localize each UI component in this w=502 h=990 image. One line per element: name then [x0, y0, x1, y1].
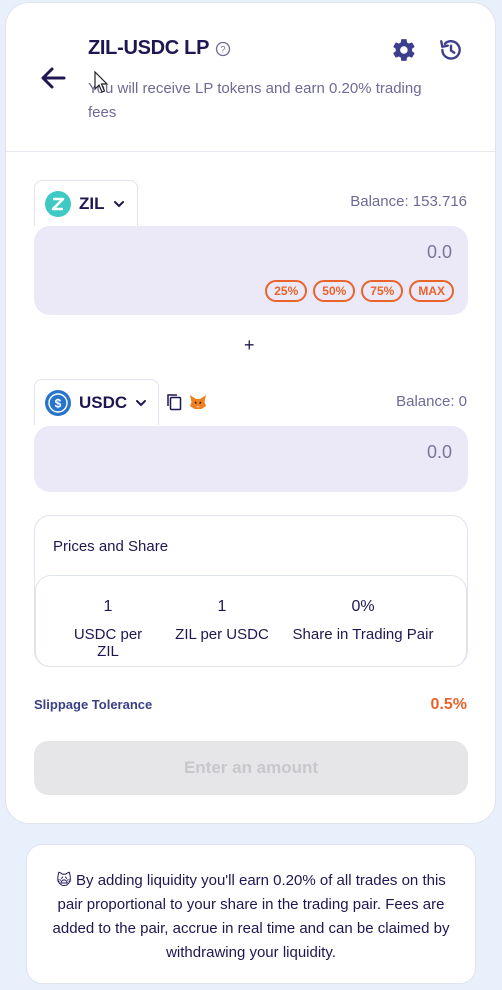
plus-icon: +	[244, 335, 255, 355]
cat-emoji-icon: 🙀	[56, 872, 72, 889]
back-arrow-icon[interactable]	[38, 63, 68, 93]
token-a-selector[interactable]: ZIL	[34, 180, 138, 226]
help-icon[interactable]: ?	[215, 41, 231, 57]
prices-stats: 1 USDC per ZIL 1 ZIL per USDC 0% Share i…	[35, 575, 467, 667]
stat-usdc-per-zil: 1 USDC per ZIL	[62, 598, 154, 660]
liquidity-info-panel: 🙀 By adding liquidity you'll earn 0.20% …	[26, 844, 476, 984]
token-a-balance: Balance: 153.716	[350, 193, 467, 210]
stat-value: 1	[103, 598, 113, 615]
chevron-down-icon	[136, 399, 147, 406]
token-b-amount-value[interactable]: 0.0	[427, 442, 452, 463]
gear-icon[interactable]	[391, 37, 417, 63]
stat-share: 0% Share in Trading Pair	[288, 598, 438, 643]
stat-value: 0%	[351, 598, 375, 615]
page-subtitle: You will receive LP tokens and earn 0.20…	[88, 80, 422, 121]
prices-and-share-panel: Prices and Share 1 USDC per ZIL 1 ZIL pe…	[34, 515, 468, 667]
add-liquidity-card: ZIL-USDC LP ? You will receive LP tokens…	[5, 2, 496, 824]
token-b-selector[interactable]: $ USDC	[34, 379, 159, 425]
token-a-symbol: ZIL	[79, 193, 105, 213]
stat-value: 1	[217, 598, 227, 615]
prices-title: Prices and Share	[53, 538, 169, 555]
percent-75-button[interactable]: 75%	[361, 280, 404, 302]
svg-text:?: ?	[221, 44, 226, 54]
zil-token-icon	[45, 190, 71, 217]
svg-text:$: $	[55, 396, 62, 410]
percent-50-button[interactable]: 50%	[313, 280, 356, 302]
token-b-tools	[166, 393, 208, 411]
mouse-cursor-icon	[94, 71, 109, 93]
header: ZIL-USDC LP ? You will receive LP tokens…	[6, 3, 495, 152]
info-text: By adding liquidity you'll earn 0.20% of…	[52, 872, 450, 961]
history-icon[interactable]	[438, 37, 464, 63]
max-button[interactable]: MAX	[409, 280, 454, 302]
token-b-symbol: USDC	[79, 392, 128, 412]
stat-label: USDC per ZIL	[73, 626, 143, 660]
stat-label: ZIL per USDC	[175, 626, 269, 643]
usdc-token-icon: $	[45, 389, 71, 416]
token-a-amount-value[interactable]: 0.0	[427, 242, 452, 263]
submit-button[interactable]: Enter an amount	[34, 741, 468, 795]
metamask-icon[interactable]	[188, 393, 208, 411]
stat-label: Share in Trading Pair	[292, 626, 434, 643]
slippage-label: Slippage Tolerance	[34, 697, 153, 712]
percent-25-button[interactable]: 25%	[265, 280, 308, 302]
token-b-balance: Balance: 0	[396, 393, 467, 410]
token-a-amount-input[interactable]: 0.0 25% 50% 75% MAX	[34, 226, 468, 315]
slippage-value[interactable]: 0.5%	[431, 696, 467, 714]
percent-buttons: 25% 50% 75% MAX	[265, 280, 454, 302]
token-b-amount-input[interactable]: 0.0	[34, 426, 468, 492]
stat-zil-per-usdc: 1 ZIL per USDC	[174, 598, 270, 643]
page-title: ZIL-USDC LP	[88, 37, 210, 59]
copy-icon[interactable]	[166, 393, 182, 411]
chevron-down-icon	[113, 200, 124, 207]
